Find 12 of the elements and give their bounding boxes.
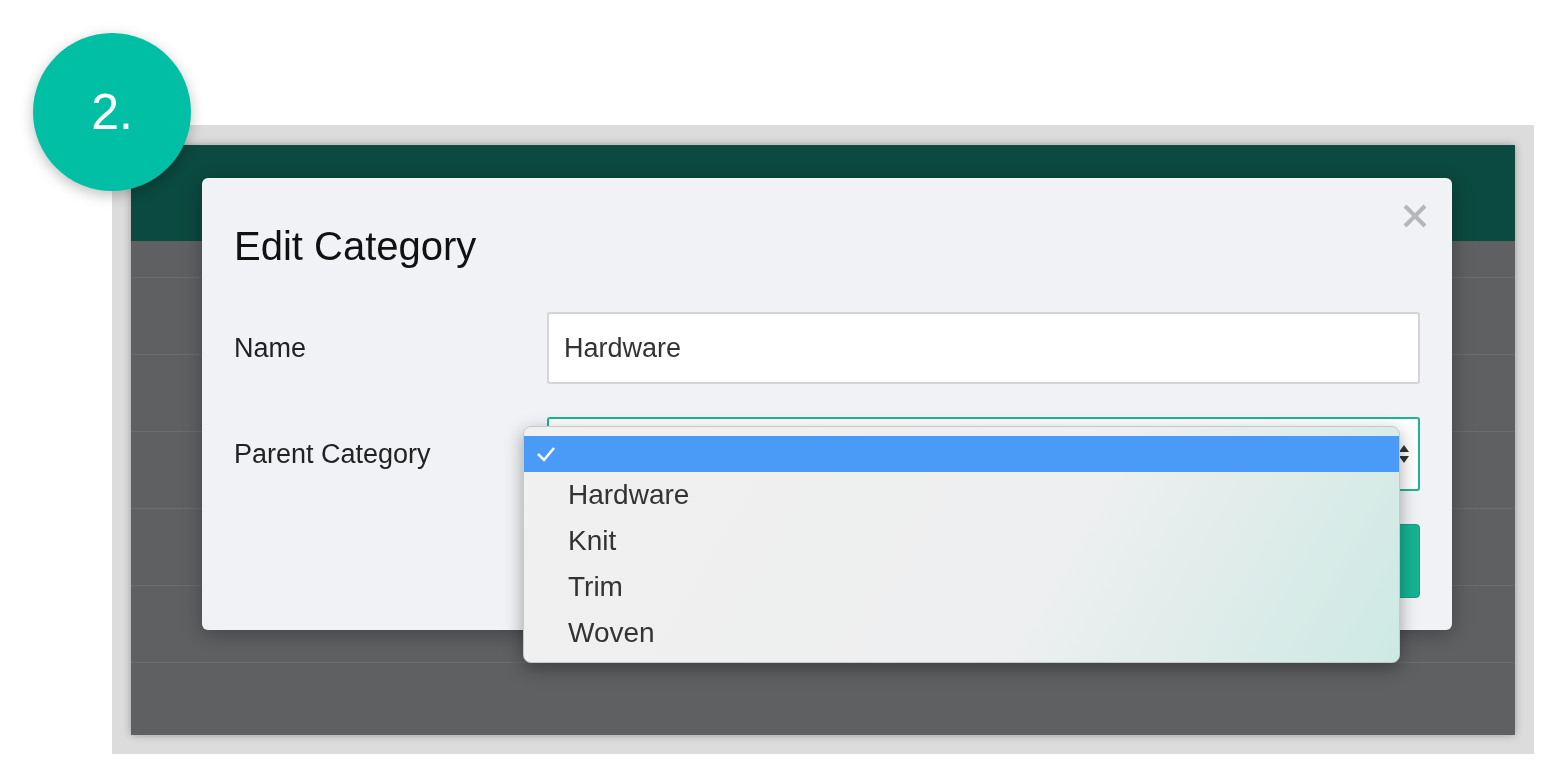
check-icon [536,445,556,463]
name-field[interactable]: Hardware [547,312,1420,384]
field-label: Parent Category [234,438,431,470]
close-icon[interactable] [1402,203,1428,229]
menu-option[interactable]: Woven [524,610,1399,656]
modal-title: Edit Category [234,223,477,270]
menu-option[interactable]: Knit [524,518,1399,564]
field-label: Name [234,332,307,364]
menu-option[interactable]: Trim [524,564,1399,610]
menu-option[interactable] [524,436,1399,472]
menu-option[interactable]: Hardware [524,472,1399,518]
step-badge: 2. [33,33,191,191]
